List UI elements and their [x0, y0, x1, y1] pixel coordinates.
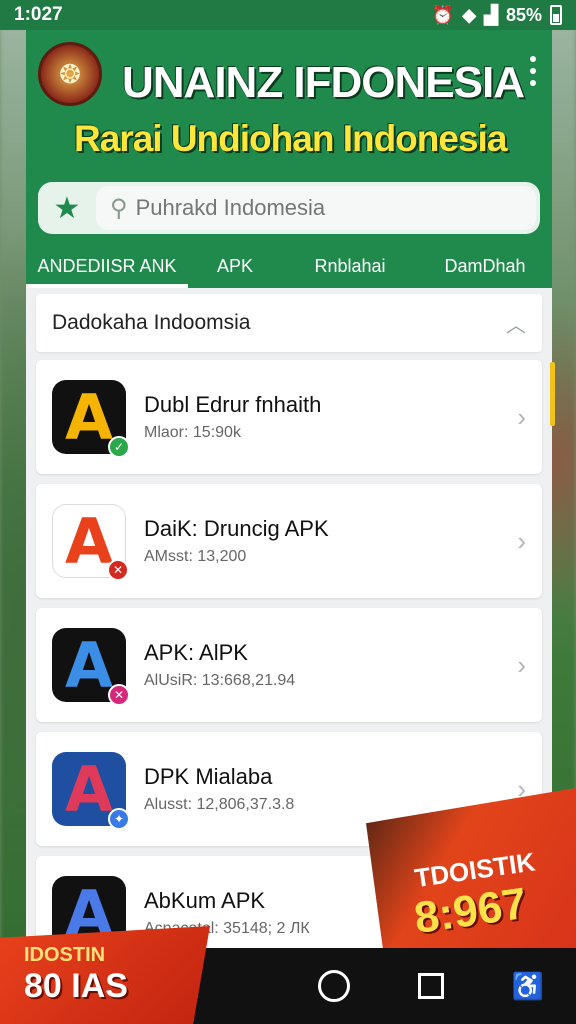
home-icon[interactable] — [317, 970, 350, 1002]
promo-left-value: 80 IAS — [24, 967, 128, 1005]
close-badge-icon: ✕ — [108, 684, 130, 706]
app-icon-glyph: A — [65, 504, 113, 578]
app-title: UNAINZ IFDONESIA — [122, 58, 525, 107]
app-title: DaiK: Druncig APK — [144, 516, 329, 541]
alarm-icon: ⏰ — [431, 4, 455, 25]
list-item-text: DPK Mialaba Alusst: 12,806,37.3.8 — [144, 764, 517, 814]
section-title: Dadokaha Indoomsia — [52, 311, 251, 334]
tab-andediisr-ank[interactable]: ANDEDIISR ANK — [26, 244, 188, 288]
check-badge-icon: ✓ — [108, 436, 130, 458]
app-header: ❂ UNAINZ IFDONESIA Rarai Undiohan Indone… — [26, 30, 552, 288]
chevron-right-icon: › — [517, 401, 526, 432]
app-icon-glyph: A — [65, 628, 113, 702]
scrollbar[interactable] — [550, 362, 555, 426]
list-item[interactable]: A ✓ Dubl Edrur fnhaith Mlaor: 15:90k › — [36, 360, 542, 474]
battery-level: 85% — [505, 4, 542, 25]
search-icon: ⚲ — [110, 194, 128, 222]
battery-icon — [550, 5, 562, 25]
app-meta: AlUsiR: 13:668,21.94 — [144, 672, 296, 689]
promo-banner-left[interactable]: IDOSTIN 80 IAS — [0, 926, 210, 1024]
signal-icon: ▟ — [484, 4, 498, 25]
app-title: DPK Mialaba — [144, 764, 273, 789]
status-icons: ⏰ ◆ ▟ 85% — [432, 5, 562, 26]
promo-left-label: IDOSTIN — [24, 944, 106, 966]
app-icon-glyph: A — [65, 752, 113, 826]
app-icon-glyph: A — [65, 380, 113, 454]
status-bar: 1:027 ⏰ ◆ ▟ 85% — [0, 0, 576, 30]
list-item-text: APK: AlPK AlUsiR: 13:668,21.94 — [144, 640, 517, 690]
list-item-text: DaiK: Druncig APK AMsst: 13,200 — [144, 516, 517, 566]
wifi-icon: ◆ — [462, 4, 477, 25]
tab-bar: ANDEDIISR ANK APK Rnblahai DamDhah — [26, 244, 552, 288]
search-field[interactable]: ⚲ — [96, 186, 536, 230]
app-subtitle: Rarai Undiohan Indonesia — [74, 118, 507, 159]
close-badge-icon: ✕ — [107, 559, 129, 581]
app-icon: A ✦ — [52, 752, 130, 830]
app-title: Dubl Edrur fnhaith — [144, 392, 322, 417]
accessibility-icon[interactable]: ♿ — [512, 971, 544, 1002]
star-icon[interactable]: ★ — [38, 191, 96, 226]
link-badge-icon: ✦ — [108, 808, 130, 830]
chevron-up-icon[interactable]: ︿ — [506, 309, 526, 338]
status-time: 1:027 — [14, 4, 63, 25]
search-input[interactable] — [135, 195, 496, 221]
list-item-text: Dubl Edrur fnhaith Mlaor: 15:90k — [144, 392, 517, 442]
list-item[interactable]: A ✕ DaiK: Druncig APK AMsst: 13,200 › — [36, 484, 542, 598]
search-bar: ★ ⚲ — [38, 182, 540, 234]
section-header[interactable]: Dadokaha Indoomsia ︿ — [36, 294, 542, 352]
recents-icon[interactable] — [417, 973, 444, 999]
list-item[interactable]: A ✕ APK: AlPK AlUsiR: 13:668,21.94 › — [36, 608, 542, 722]
tab-apk[interactable]: APK — [188, 244, 282, 288]
emblem-icon: ❂ — [38, 42, 102, 106]
app-meta: Mlaor: 15:90k — [144, 424, 241, 441]
app-icon: A ✓ — [52, 380, 130, 458]
app-title: APK: AlPK — [144, 640, 248, 665]
tab-rnblahai[interactable]: Rnblahai — [282, 244, 418, 288]
app-icon: A ✕ — [52, 504, 129, 581]
chevron-right-icon: › — [517, 649, 526, 680]
chevron-right-icon: › — [517, 525, 526, 556]
tab-damdhah[interactable]: DamDhah — [418, 244, 552, 288]
app-meta: AMsst: 13,200 — [144, 548, 247, 565]
app-icon: A ✕ — [52, 628, 130, 706]
more-vert-icon[interactable] — [528, 56, 538, 86]
